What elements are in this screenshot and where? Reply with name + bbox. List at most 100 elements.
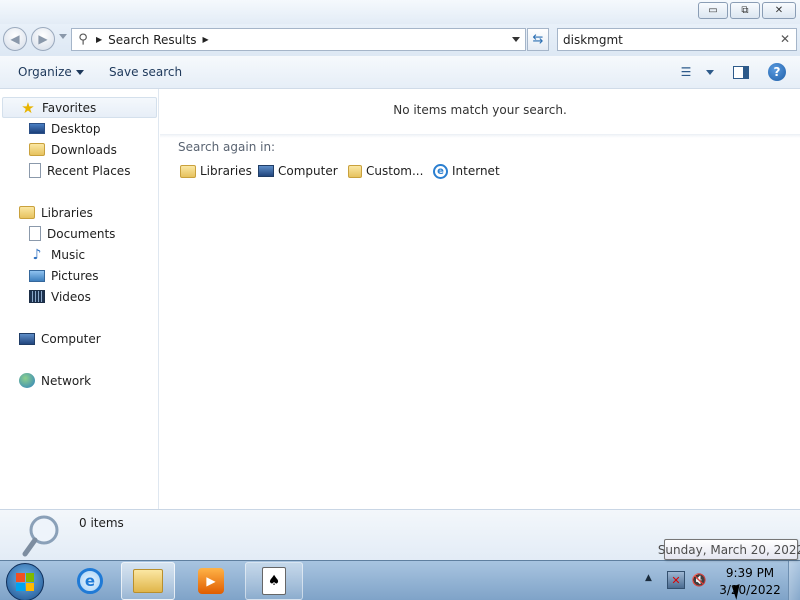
chevron-down-icon (706, 69, 714, 75)
sidebar-item-label: Documents (47, 226, 116, 241)
help-icon: ? (768, 63, 786, 81)
internet-explorer-icon: e (77, 568, 103, 594)
breadcrumb-search-results[interactable]: Search Results (108, 33, 196, 47)
address-bar[interactable]: ⚲ ▶ Search Results ▶ (71, 28, 526, 51)
breadcrumb-separator-icon[interactable]: ▶ (96, 35, 102, 44)
search-magnifier-icon (22, 515, 59, 557)
preview-pane-icon (733, 65, 749, 79)
sidebar-item-pictures[interactable]: Pictures (29, 265, 99, 286)
item-count: 0 items (79, 516, 124, 530)
pictures-icon (29, 269, 45, 282)
solitaire-icon: ♠ (262, 567, 286, 595)
clock-date: 3/20/2022 (719, 583, 781, 597)
sidebar-item-favorites[interactable]: ★ Favorites (2, 97, 157, 118)
computer-icon (19, 332, 35, 345)
show-desktop-button[interactable] (788, 561, 800, 600)
taskbar: e ▶ ♠ ▲ ✕ 🔇 9:39 PM 3/20/2022 (0, 560, 800, 600)
star-icon: ★ (21, 98, 35, 117)
taskbar-app-windows-explorer[interactable] (121, 562, 175, 600)
file-list-area[interactable]: No items match your search. Search again… (160, 89, 800, 509)
custom-folder-icon (348, 164, 362, 178)
search-again-libraries[interactable]: Libraries (180, 162, 252, 180)
organize-button[interactable]: Organize (18, 65, 84, 79)
sidebar-item-desktop[interactable]: Desktop (29, 118, 101, 139)
back-button[interactable]: ◀ (3, 27, 27, 51)
music-note-icon: ♪ (32, 246, 42, 263)
search-input[interactable]: diskmgmt ✕ (557, 28, 797, 51)
desktop-icon (29, 123, 45, 134)
details-view-icon: ☰ (680, 65, 692, 79)
sidebar-item-label: Downloads (51, 142, 117, 157)
clear-search-button[interactable]: ✕ (780, 32, 790, 46)
search-again-label: Computer (278, 164, 338, 178)
internet-explorer-icon: e (433, 163, 448, 179)
search-again-internet[interactable]: e Internet (433, 162, 500, 180)
organize-label: Organize (18, 65, 72, 79)
film-strip-icon (29, 290, 45, 303)
navigation-pane: ★ Favorites Desktop Downloads Recent Pla… (0, 89, 159, 509)
sidebar-item-label: Videos (51, 289, 91, 304)
minimize-button[interactable]: ▭ (698, 2, 728, 19)
taskbar-app-internet-explorer[interactable]: e (61, 562, 119, 600)
sidebar-item-label: Computer (41, 331, 101, 346)
sidebar-item-label: Desktop (51, 121, 101, 136)
sidebar-item-recent-places[interactable]: Recent Places (29, 160, 130, 181)
search-again-custom[interactable]: Custom... (348, 162, 423, 180)
downloads-folder-icon (29, 143, 45, 156)
title-bar: ▭ ⧉ ✕ (0, 0, 800, 24)
sidebar-item-downloads[interactable]: Downloads (29, 139, 117, 160)
divider (160, 134, 800, 138)
sidebar-item-network[interactable]: Network (19, 370, 91, 391)
taskbar-app-media-player[interactable]: ▶ (182, 562, 240, 600)
search-input-value: diskmgmt (563, 32, 623, 47)
search-again-label: Search again in: (178, 140, 276, 154)
volume-muted-icon[interactable]: 🔇 (690, 571, 708, 589)
forward-button[interactable]: ▶ (31, 27, 55, 51)
windows-logo-icon (16, 573, 34, 591)
search-again-computer[interactable]: Computer (258, 162, 338, 180)
change-view-button[interactable]: ☰ (676, 63, 696, 81)
libraries-icon (180, 164, 196, 178)
sidebar-item-label: Network (41, 373, 92, 388)
window-controls: ▭ ⧉ ✕ (698, 2, 796, 19)
media-player-icon: ▶ (198, 568, 224, 594)
sidebar-item-label: Libraries (41, 205, 93, 220)
show-hidden-icons-button[interactable]: ▲ (645, 573, 652, 583)
address-row: ◀ ▶ ⚲ ▶ Search Results ▶ ⇆ diskmgmt ✕ (0, 24, 800, 56)
recent-places-icon (29, 163, 41, 178)
libraries-icon (19, 206, 35, 219)
help-button[interactable]: ? (767, 63, 787, 81)
documents-icon (29, 226, 41, 241)
restore-button[interactable]: ⧉ (730, 2, 760, 19)
command-bar: Organize Save search ☰ ? (0, 56, 800, 89)
save-search-button[interactable]: Save search (109, 65, 182, 79)
sidebar-item-computer[interactable]: Computer (19, 328, 101, 349)
search-again-label: Custom... (366, 164, 424, 178)
arrow-right-icon: ▶ (38, 32, 48, 46)
sidebar-item-libraries[interactable]: Libraries (19, 202, 93, 223)
sidebar-item-label: Recent Places (47, 163, 131, 178)
search-again-label: Internet (452, 164, 500, 178)
close-button[interactable]: ✕ (762, 2, 796, 19)
clock-time: 9:39 PM (725, 566, 775, 580)
sidebar-item-documents[interactable]: Documents (29, 223, 115, 244)
computer-icon (258, 165, 274, 177)
network-status-icon[interactable]: ✕ (667, 571, 685, 589)
empty-results-message: No items match your search. (393, 103, 567, 117)
refresh-icon: ⇆ (532, 32, 544, 47)
sidebar-item-label: Music (51, 247, 86, 262)
preview-pane-button[interactable] (731, 63, 751, 81)
sidebar-item-videos[interactable]: Videos (29, 286, 91, 307)
chevron-down-icon (75, 70, 84, 75)
sidebar-item-music[interactable]: ♪ Music (29, 244, 86, 265)
system-clock[interactable]: 9:39 PM 3/20/2022 (716, 565, 784, 599)
address-history-dropdown[interactable] (512, 37, 520, 42)
recent-pages-dropdown[interactable] (59, 34, 67, 39)
windows-explorer-icon (133, 569, 163, 593)
search-again-label: Libraries (200, 164, 252, 178)
view-options-dropdown[interactable] (698, 63, 718, 81)
breadcrumb-separator-icon[interactable]: ▶ (203, 35, 209, 44)
taskbar-app-solitaire[interactable]: ♠ (245, 562, 303, 600)
refresh-button[interactable]: ⇆ (527, 28, 549, 51)
start-button[interactable] (6, 563, 44, 600)
